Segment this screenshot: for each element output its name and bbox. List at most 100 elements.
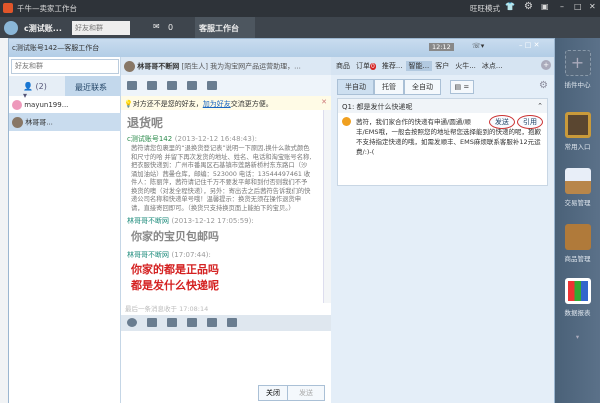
scroll-down-icon[interactable]: ▾ <box>559 333 596 341</box>
mode-semi-auto[interactable]: 半自动 <box>337 79 374 95</box>
settings-icon[interactable]: ⚙ <box>539 80 548 91</box>
bulb-icon: 💡 <box>124 100 133 108</box>
tab-orders[interactable]: 订单0 <box>353 61 379 71</box>
app-logo-icon <box>3 3 13 13</box>
alert-icon[interactable] <box>207 81 217 90</box>
answer-text: 发送 引用 茜符，我们家合作的快递有申通/圆通/顺丰/EMS哦，一般会按照您的地… <box>338 113 547 157</box>
tab-smart[interactable]: 智能... <box>405 61 433 71</box>
add-contact-icon[interactable] <box>167 81 177 90</box>
sidebar-item-trade[interactable]: 交易管理 <box>559 168 596 207</box>
sender-name: c测试账号142 <box>127 135 173 143</box>
chat-header: 林哥哥不断网 [陌生人] 我为淘宝网产品运营助理，... <box>121 57 331 75</box>
phone-icon[interactable]: ☏▾ <box>472 42 484 50</box>
skin-icon[interactable]: 👕 <box>505 2 515 11</box>
tab-recent[interactable]: 最近联系 <box>65 76 121 96</box>
mail-icon[interactable]: ✉ <box>153 22 160 31</box>
add-tab-icon[interactable]: + <box>541 60 551 70</box>
contact-item[interactable]: mayun199... <box>9 96 121 113</box>
sender-name: 林哥哥不断网 <box>127 251 169 259</box>
add-friend-link[interactable]: 加为好友 <box>203 100 231 108</box>
chart-icon <box>564 278 591 304</box>
message-input[interactable] <box>121 331 331 383</box>
chat-panel: 林哥哥不断网 [陌生人] 我为淘宝网产品运营助理，... 💡对方还不是您的好友，… <box>121 57 331 403</box>
right-sidebar: + 插件中心 常用入口 交易管理 商品管理 数据报表 ▾ <box>555 38 600 403</box>
image-icon[interactable] <box>167 318 177 327</box>
app-title: 千牛—卖家工作台 <box>17 4 77 13</box>
close-chat-button[interactable]: 关闭 <box>258 385 288 401</box>
bell-icon[interactable] <box>207 318 217 327</box>
close-button[interactable]: ✕ <box>589 2 596 11</box>
emoji-icon[interactable] <box>127 318 137 327</box>
mode-hosted[interactable]: 托管 <box>374 79 404 95</box>
avatar[interactable] <box>124 61 135 72</box>
settings-icon[interactable]: ⚙ <box>524 1 533 12</box>
plugin-tabs: 商品 订单0 推荐... 智能... 客户 火牛... 冰点... + <box>331 57 554 75</box>
font-icon[interactable] <box>147 318 157 327</box>
message-text: 你家的宝贝包邮吗 <box>131 230 219 243</box>
collapse-icon[interactable]: ⌃ <box>537 102 543 110</box>
box-icon <box>564 224 591 250</box>
send-button[interactable]: 发送 <box>287 385 325 401</box>
message-text: 茜符请您包裹里的“退换货登记表”说明一下原因,换什么款式颜色和尺寸的哈 并留下再… <box>131 145 312 212</box>
collapsed-strip <box>0 38 8 403</box>
order-badge: 0 <box>370 63 376 70</box>
workbench-window: c测试账号142—客服工作台 12:12 ☏▾ – □ ✕ 👤 (2) ▾ 最近… <box>8 38 555 403</box>
answer-quote-button[interactable]: 引用 <box>517 115 543 129</box>
sidebar-item-shortcuts[interactable]: 常用入口 <box>559 112 596 151</box>
message-list: 退货呢 c测试账号142 (2013-12-12 16:48:43): 茜符请您… <box>121 110 323 303</box>
avatar[interactable] <box>4 21 18 35</box>
maximize-button[interactable]: □ <box>574 2 582 11</box>
tab-recommend[interactable]: 推荐... <box>379 61 406 71</box>
contact-name[interactable]: 林哥哥不断网 <box>137 63 179 71</box>
window-title: c测试账号142—客服工作台 12:12 ☏▾ – □ ✕ <box>9 39 554 57</box>
friend-icon: 👤 <box>23 82 36 91</box>
close-notice-icon[interactable]: ✕ <box>321 98 327 106</box>
main-toolbar: c测试账... ✉ 0 客服工作台 <box>0 17 600 38</box>
grid-icon <box>564 112 591 138</box>
message-icon[interactable]: ▣ <box>541 2 549 11</box>
avatar <box>12 117 23 128</box>
message-text: 退货呢 <box>127 116 164 130</box>
screenshot-icon[interactable] <box>187 318 197 327</box>
transfer-icon[interactable] <box>127 81 137 90</box>
tab-goods[interactable]: 商品 <box>333 61 353 71</box>
quick-reply-icon[interactable] <box>227 318 237 327</box>
workbench-tab[interactable]: 客服工作台 <box>195 17 255 38</box>
plus-icon: + <box>564 50 591 76</box>
contact-search-input[interactable] <box>11 59 119 74</box>
last-message-time: 最后一条消息收于 17:08:14 <box>125 305 209 313</box>
question-title: Q1: 都是发什么快递呢 ⌃ <box>338 99 547 113</box>
layout-toggle[interactable]: ▤ = <box>449 80 475 94</box>
workbench-label: 客服工作台 <box>199 24 239 33</box>
avatar <box>12 100 22 110</box>
tab-bingdian[interactable]: 冰点... <box>479 61 506 71</box>
message-text: 你家的都是正品吗 都是发什么快递呢 <box>131 263 219 292</box>
search-input[interactable] <box>72 21 130 35</box>
tab-huoniu[interactable]: 火牛... <box>452 61 479 71</box>
mail-count: 0 <box>168 23 174 32</box>
screen-icon[interactable] <box>187 81 197 90</box>
wangwang-mode-button[interactable]: 旺旺模式 <box>470 3 500 14</box>
message-scrollbar[interactable] <box>323 110 331 303</box>
sidebar-item-goods[interactable]: 商品管理 <box>559 224 596 263</box>
sidebar-item-reports[interactable]: 数据报表 <box>559 278 596 317</box>
tab-friends[interactable]: 👤 (2) ▾ <box>9 76 65 100</box>
contact-item[interactable]: 林哥哥... <box>9 113 121 131</box>
input-toolbar <box>121 315 331 331</box>
send-file-icon[interactable] <box>147 81 157 90</box>
question-card: Q1: 都是发什么快递呢 ⌃ 发送 引用 茜符，我们家合作的快递有申通/圆通/顺丰… <box>337 98 548 186</box>
friend-notice: 💡对方还不是您的好友，加为好友交流更方便。 ✕ <box>121 96 331 110</box>
smart-panel: 商品 订单0 推荐... 智能... 客户 火牛... 冰点... + 半自动 托管 全自动 ▤… <box>331 57 554 403</box>
sidebar-item-plugins[interactable]: + 插件中心 <box>559 50 596 89</box>
time-badge: 12:12 <box>429 43 454 51</box>
tab-customer[interactable]: 客户 <box>432 61 452 71</box>
sender-name: 林哥哥不断网 <box>127 217 169 225</box>
trade-icon <box>564 168 591 194</box>
minimize-button[interactable]: – <box>560 2 564 11</box>
mode-full-auto[interactable]: 全自动 <box>404 79 441 95</box>
answer-send-button[interactable]: 发送 <box>488 115 515 129</box>
account-name[interactable]: c测试账... <box>24 23 62 34</box>
chat-toolbar <box>121 75 331 96</box>
mode-switch: 半自动 托管 全自动 ▤ = <box>337 79 475 95</box>
window-controls[interactable]: – □ ✕ <box>519 41 539 49</box>
